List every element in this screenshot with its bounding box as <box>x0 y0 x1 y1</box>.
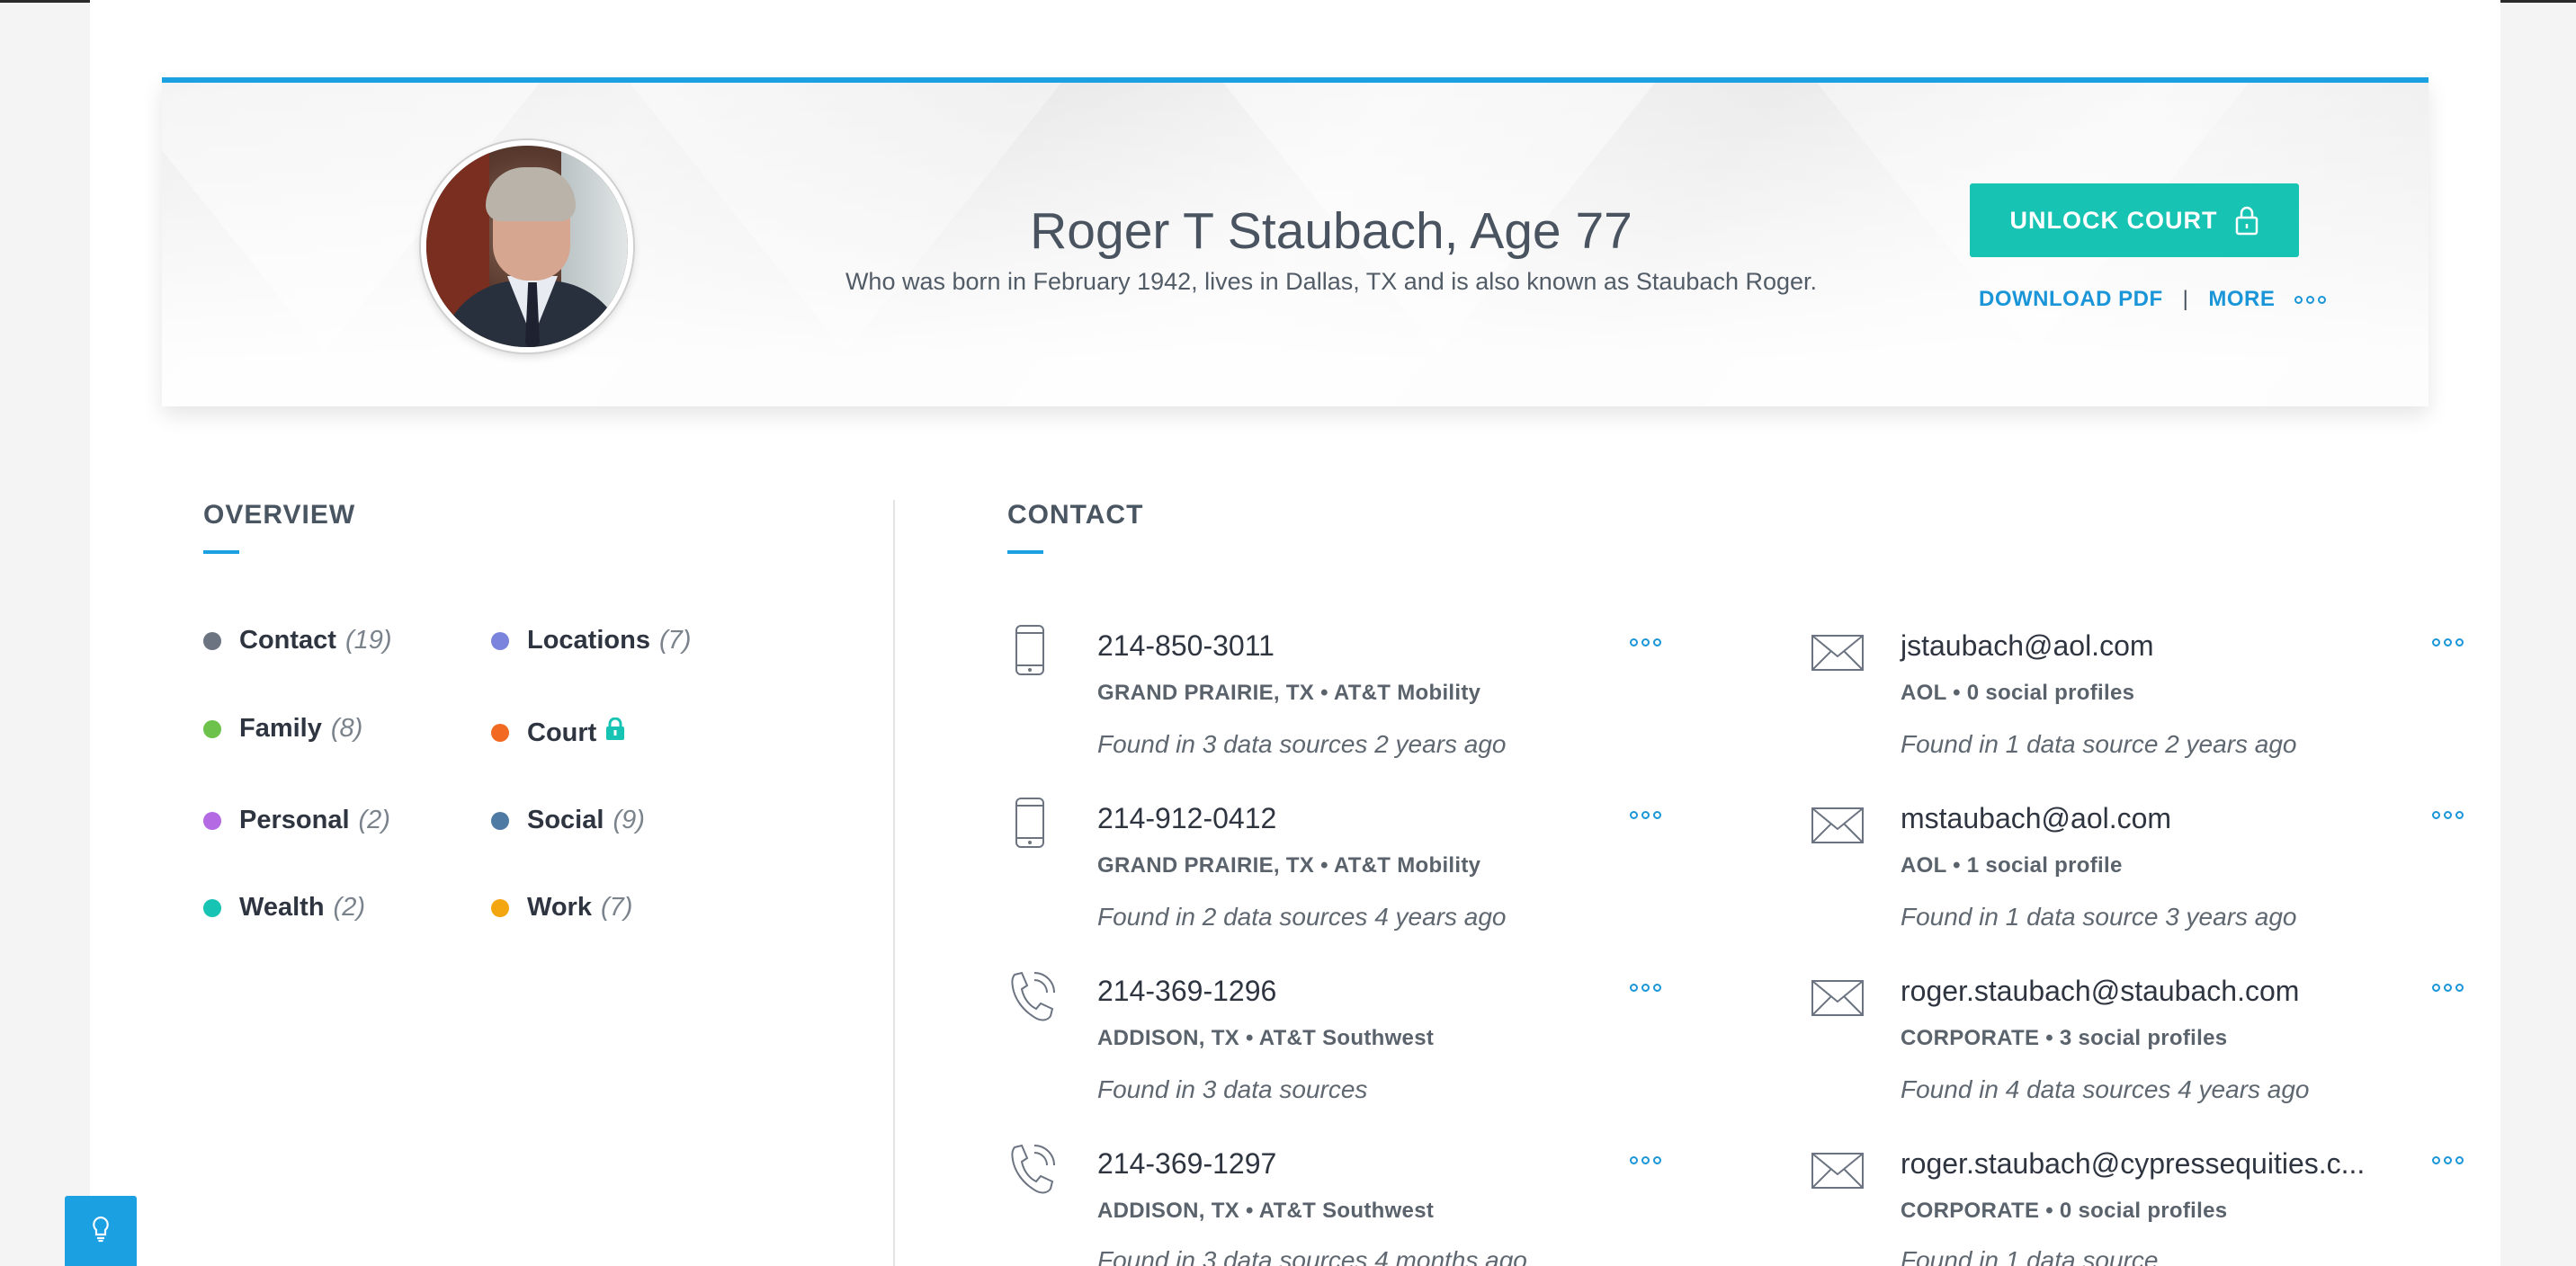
overview-item-count: (2) <box>333 893 365 922</box>
email-more-dots-icon[interactable] <box>2432 984 2464 992</box>
column-divider <box>893 500 895 1266</box>
overview-heading: OVERVIEW <box>203 500 356 530</box>
padlock-icon <box>605 717 625 748</box>
overview-item-count: (8) <box>330 714 363 743</box>
overview-item-label: Social <box>527 806 604 834</box>
overview-item-label: Wealth <box>239 893 325 922</box>
category-dot <box>203 719 221 738</box>
category-dot <box>491 724 509 742</box>
email-detail: AOL • 0 social profiles <box>1901 681 2135 705</box>
email-found: Found in 1 data source 2 years ago <box>1901 730 2297 758</box>
landline-phone-icon <box>1007 969 1058 1030</box>
unlock-court-button[interactable]: UNLOCK COURT <box>1970 183 2299 257</box>
profile-name: Roger T Staubach, Age 77 <box>1030 202 1632 260</box>
tips-button[interactable] <box>65 1196 137 1266</box>
phone-found: Found in 3 data sources 4 months ago <box>1097 1246 1527 1266</box>
phone-found: Found in 2 data sources 4 years ago <box>1097 903 1507 931</box>
category-dot <box>203 898 221 917</box>
overview-item-family[interactable]: Family (8) <box>203 714 362 744</box>
overview-item-contact[interactable]: Contact (19) <box>203 626 392 655</box>
overview-item-wealth[interactable]: Wealth (2) <box>203 893 365 923</box>
unlock-court-label: UNLOCK COURT <box>2009 206 2218 234</box>
phone-number[interactable]: 214-850-3011 <box>1097 629 1275 663</box>
envelope-icon <box>1811 635 1864 675</box>
overview-heading-underline <box>203 550 239 554</box>
email-more-dots-icon[interactable] <box>2432 638 2464 646</box>
phone-number[interactable]: 214-912-0412 <box>1097 802 1276 835</box>
overview-item-label: Work <box>527 893 592 922</box>
more-dots-icon[interactable] <box>2294 295 2327 304</box>
category-dot <box>491 898 509 917</box>
phone-detail: GRAND PRAIRIE, TX • AT&T Mobility <box>1097 853 1481 878</box>
phone-detail: GRAND PRAIRIE, TX • AT&T Mobility <box>1097 681 1481 705</box>
category-dot <box>491 631 509 650</box>
category-dot <box>203 631 221 650</box>
overview-item-count: (9) <box>613 806 645 834</box>
lightbulb-icon <box>91 1216 111 1247</box>
profile-summary: Who was born in February 1942, lives in … <box>845 268 1818 295</box>
email-address[interactable]: mstaubach@aol.com <box>1901 802 2171 835</box>
phone-detail: ADDISON, TX • AT&T Southwest <box>1097 1199 1435 1223</box>
email-detail: CORPORATE • 3 social profiles <box>1901 1026 2228 1050</box>
email-found: Found in 1 data source 3 years ago <box>1901 903 2297 931</box>
overview-item-label: Court <box>527 718 597 747</box>
header-actions: DOWNLOAD PDF | MORE <box>1979 286 2327 313</box>
email-address[interactable]: jstaubach@aol.com <box>1901 629 2154 663</box>
overview-item-count: (7) <box>600 893 633 922</box>
phone-more-dots-icon[interactable] <box>1630 1156 1661 1164</box>
landline-phone-icon <box>1007 1142 1058 1202</box>
actions-separator: | <box>2182 287 2189 311</box>
contact-heading-underline <box>1007 550 1043 554</box>
email-address[interactable]: roger.staubach@staubach.com <box>1901 975 2299 1008</box>
phone-number[interactable]: 214-369-1296 <box>1097 975 1276 1008</box>
phone-more-dots-icon[interactable] <box>1630 811 1661 819</box>
overview-item-count: (2) <box>358 806 390 834</box>
email-detail: AOL • 1 social profile <box>1901 853 2123 878</box>
contact-heading: CONTACT <box>1007 500 1144 530</box>
phone-more-dots-icon[interactable] <box>1630 984 1661 992</box>
overview-item-label: Locations <box>527 626 650 655</box>
overview-item-count: (7) <box>658 626 692 655</box>
overview-item-label: Personal <box>239 806 350 834</box>
mobile-phone-icon <box>1015 797 1045 853</box>
overview-item-label: Contact <box>239 626 336 655</box>
overview-item-social[interactable]: Social (9) <box>491 806 645 835</box>
overview-item-work[interactable]: Work (7) <box>491 893 632 923</box>
lock-icon <box>2235 205 2258 236</box>
phone-number[interactable]: 214-369-1297 <box>1097 1147 1276 1181</box>
profile-avatar <box>421 140 633 352</box>
email-more-dots-icon[interactable] <box>2432 811 2464 819</box>
email-found: Found in 1 data source <box>1901 1246 2159 1266</box>
phone-found: Found in 3 data sources <box>1097 1075 1368 1103</box>
email-detail: CORPORATE • 0 social profiles <box>1901 1199 2228 1223</box>
email-found: Found in 4 data sources 4 years ago <box>1901 1075 2310 1103</box>
profile-page: Roger T Staubach, Age 77 Who was born in… <box>90 0 2500 1266</box>
phone-more-dots-icon[interactable] <box>1630 638 1661 646</box>
overview-item-count: (19) <box>344 626 392 655</box>
phone-detail: ADDISON, TX • AT&T Southwest <box>1097 1026 1435 1050</box>
email-more-dots-icon[interactable] <box>2432 1156 2464 1164</box>
mobile-phone-icon <box>1015 624 1045 681</box>
overview-item-label: Family <box>239 714 322 743</box>
overview-item-locations[interactable]: Locations (7) <box>491 626 691 655</box>
more-link[interactable]: MORE <box>2208 287 2275 312</box>
overview-item-court[interactable]: Court <box>491 717 625 748</box>
profile-header-card: Roger T Staubach, Age 77 Who was born in… <box>162 77 2428 406</box>
envelope-icon <box>1811 980 1864 1021</box>
envelope-icon <box>1811 807 1864 848</box>
overview-item-personal[interactable]: Personal (2) <box>203 806 390 835</box>
envelope-icon <box>1811 1153 1864 1193</box>
category-dot <box>203 811 221 830</box>
category-dot <box>491 811 509 830</box>
download-pdf-link[interactable]: DOWNLOAD PDF <box>1979 287 2163 312</box>
phone-found: Found in 3 data sources 2 years ago <box>1097 730 1507 758</box>
email-address[interactable]: roger.staubach@cypressequities.c... <box>1901 1147 2365 1181</box>
